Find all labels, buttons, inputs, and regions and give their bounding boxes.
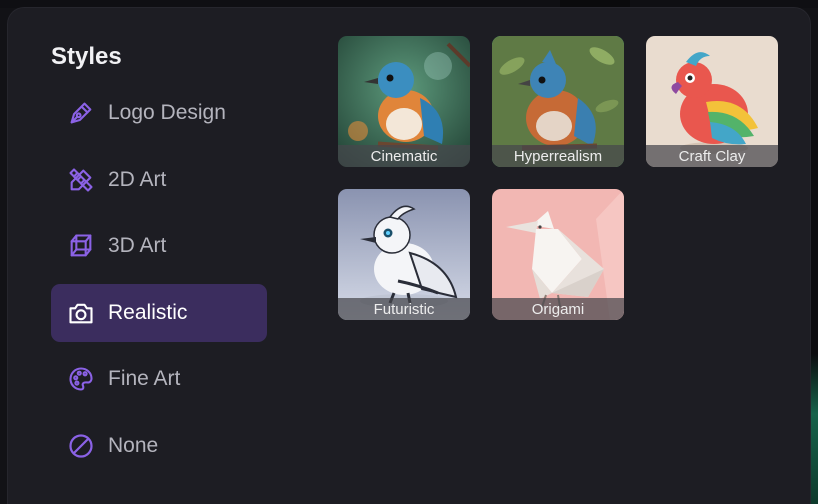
nav-item-label: Logo Design	[108, 101, 226, 124]
style-card-label: Futuristic	[338, 298, 470, 320]
styles-panel: Styles Logo Design 2D Art 3D Art Realist…	[8, 8, 810, 504]
style-card-label: Cinematic	[338, 145, 470, 167]
nav-item-none[interactable]: None	[51, 417, 267, 475]
style-card-label: Craft Clay	[646, 145, 778, 167]
camera-icon	[66, 298, 96, 328]
nav-item-2d-art[interactable]: 2D Art	[51, 151, 267, 209]
style-card-label: Hyperrealism	[492, 145, 624, 167]
cube-icon	[66, 231, 96, 261]
pencil-ruler-icon	[66, 165, 96, 195]
style-category-nav: Logo Design 2D Art 3D Art Realistic Fine…	[51, 84, 267, 483]
slash-circle-icon	[66, 431, 96, 461]
nav-item-label: Realistic	[108, 300, 188, 324]
top-strip	[0, 0, 818, 8]
nav-item-label: 3D Art	[108, 234, 167, 257]
style-card-hyperrealism[interactable]: Hyperrealism	[492, 36, 624, 167]
palette-icon	[66, 364, 96, 394]
top-strip-segment	[560, 0, 630, 8]
nav-item-label: 2D Art	[108, 167, 167, 191]
style-card-cinematic[interactable]: Cinematic	[338, 36, 470, 167]
nav-item-logo-design[interactable]: Logo Design	[51, 84, 267, 142]
style-card-origami[interactable]: Origami	[492, 189, 624, 320]
nav-item-3d-art[interactable]: 3D Art	[51, 217, 267, 275]
nav-item-label: None	[108, 433, 159, 457]
panel-title: Styles	[51, 43, 122, 70]
nav-item-fine-art[interactable]: Fine Art	[51, 350, 267, 408]
nav-item-realistic[interactable]: Realistic	[51, 283, 267, 342]
pen-nib-icon	[66, 98, 96, 128]
style-card-futuristic[interactable]: Futuristic	[338, 189, 470, 320]
style-card-label: Origami	[492, 298, 624, 320]
style-card-craft-clay[interactable]: Craft Clay	[646, 36, 778, 167]
nav-item-label: Fine Art	[108, 367, 181, 390]
